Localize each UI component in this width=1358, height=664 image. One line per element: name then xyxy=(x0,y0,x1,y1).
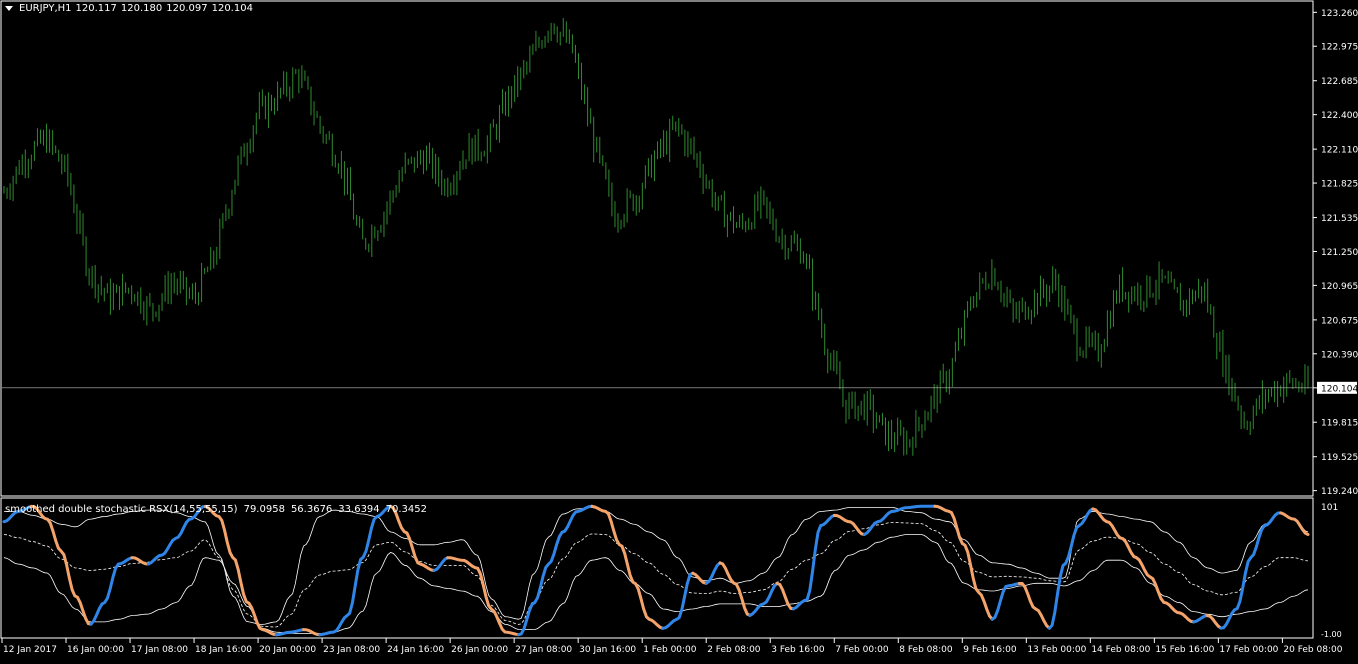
price-axis: 123.260 122.975 122.685 122.400 122.110 121.8… xyxy=(2,9,1358,497)
rsx-line-rising xyxy=(792,513,836,611)
time-axis-label: 1 Feb 00:00 xyxy=(643,645,697,655)
rsx-line-rising xyxy=(432,556,450,572)
time-axis-label: 7 Feb 00:00 xyxy=(835,645,889,655)
price-axis-label: 120.965 xyxy=(1321,282,1358,292)
time-axis: 12 Jan 2017 16 Jan 00:00 17 Jan 08:00 18 Ja… xyxy=(1,638,1343,655)
time-axis-label: 16 Jan 00:00 xyxy=(67,645,124,655)
rsx-line-rising xyxy=(862,504,937,536)
price-axis-label: 120.675 xyxy=(1321,316,1358,326)
price-axis-label: 122.685 xyxy=(1321,77,1358,87)
high-value: 120.180 xyxy=(120,3,163,14)
time-axis-label: 8 Feb 08:00 xyxy=(899,645,953,655)
time-axis-label: 20 Feb 08:00 xyxy=(1283,645,1342,655)
indicator-value-3: 33.6394 xyxy=(338,504,380,515)
rsx-line-rising xyxy=(990,582,1021,621)
low-value: 120.097 xyxy=(166,3,208,14)
price-axis-label: 121.825 xyxy=(1321,180,1358,190)
rsx-line-rising xyxy=(89,556,134,626)
rsx-line-rising xyxy=(661,571,695,630)
open-value: 120.117 xyxy=(75,3,117,14)
dropdown-triangle-icon[interactable] xyxy=(5,6,13,11)
time-axis-label: 26 Jan 00:00 xyxy=(451,645,508,655)
price-axis-label: 123.260 xyxy=(1321,9,1358,19)
time-axis-label: 15 Feb 16:00 xyxy=(1155,645,1214,655)
indicator-scale-max: 101 xyxy=(1321,503,1338,513)
middle-band-line xyxy=(3,522,1309,628)
rsx-line-rising xyxy=(1192,614,1209,624)
indicator-value-4: 70.3452 xyxy=(385,504,428,515)
price-axis-label: 122.975 xyxy=(1321,43,1358,53)
indicator-value-1: 79.0958 xyxy=(243,504,285,515)
rsx-line-falling xyxy=(389,504,436,572)
price-axis-label: 122.400 xyxy=(1321,111,1358,121)
rsx-line-falling xyxy=(933,504,994,621)
rsx-line-falling xyxy=(1091,507,1196,624)
rsx-line-falling xyxy=(204,504,278,637)
indicator-value-2: 56.3676 xyxy=(290,504,333,515)
time-axis-label: 3 Feb 16:00 xyxy=(771,645,825,655)
rsx-line-falling xyxy=(302,628,322,637)
rsx-line-falling xyxy=(1205,614,1223,630)
time-axis-label: 12 Jan 2017 xyxy=(3,645,57,655)
rsx-line-rising xyxy=(146,504,207,566)
time-axis-label: 27 Jan 08:00 xyxy=(515,645,572,655)
time-axis-label: 14 Feb 08:00 xyxy=(1091,645,1150,655)
price-axis-label: 121.250 xyxy=(1321,248,1358,258)
time-axis-label: 9 Feb 16:00 xyxy=(963,645,1017,655)
time-axis-label: 17 Feb 00:00 xyxy=(1219,645,1278,655)
time-axis-label: 20 Jan 00:00 xyxy=(259,645,316,655)
candles-layer xyxy=(3,17,1309,456)
lower-band-line xyxy=(3,534,1309,634)
rsx-line-falling xyxy=(1279,511,1310,536)
rsx-line-falling xyxy=(446,556,520,637)
symbol-label: EURJPY,H1 xyxy=(19,3,72,14)
time-axis-label: 30 Jan 16:00 xyxy=(579,645,636,655)
time-axis-label: 18 Jan 16:00 xyxy=(195,645,252,655)
price-axis-label: 121.535 xyxy=(1321,214,1358,224)
chart-window[interactable]: 123.260 122.975 122.685 122.400 122.110 121.8… xyxy=(0,0,1358,660)
indicator-name: smoothed double stochastic RSX(14,55,55,… xyxy=(5,504,238,515)
indicator-scale-min: -1.00 xyxy=(1321,630,1342,639)
rsx-line-falling xyxy=(590,504,665,630)
price-pane-frame xyxy=(0,0,1314,497)
current-price-label: 120.104 xyxy=(1321,384,1358,394)
price-axis-label: 119.815 xyxy=(1321,419,1358,429)
close-value: 120.104 xyxy=(211,3,253,14)
time-axis-label: 17 Jan 08:00 xyxy=(131,645,188,655)
time-axis-label: 24 Jan 16:00 xyxy=(387,645,444,655)
price-axis-label: 120.390 xyxy=(1321,350,1358,360)
rsx-line-rising xyxy=(748,581,779,617)
indicator-layer: 101 -1.00 xyxy=(2,503,1342,639)
time-axis-label: 23 Jan 08:00 xyxy=(323,645,380,655)
chart-canvas[interactable]: 123.260 122.975 122.685 122.400 122.110 121.8… xyxy=(0,0,1358,660)
rsx-line-falling xyxy=(1017,582,1051,630)
symbol-header: EURJPY,H1 120.117 120.180 120.097 120.10… xyxy=(5,3,253,14)
indicator-header: smoothed double stochastic RSX(14,55,55,… xyxy=(5,504,427,515)
time-axis-label: 2 Feb 08:00 xyxy=(707,645,761,655)
rsx-line-rising xyxy=(1219,511,1283,630)
rsx-line-falling xyxy=(691,571,708,585)
time-axis-label: 13 Feb 00:00 xyxy=(1027,645,1086,655)
price-axis-label: 119.240 xyxy=(1321,487,1358,497)
price-axis-label: 119.525 xyxy=(1321,453,1358,463)
rsx-line-rising xyxy=(704,561,722,585)
price-axis-label: 122.110 xyxy=(1321,146,1358,156)
rsx-line-falling xyxy=(718,561,752,617)
